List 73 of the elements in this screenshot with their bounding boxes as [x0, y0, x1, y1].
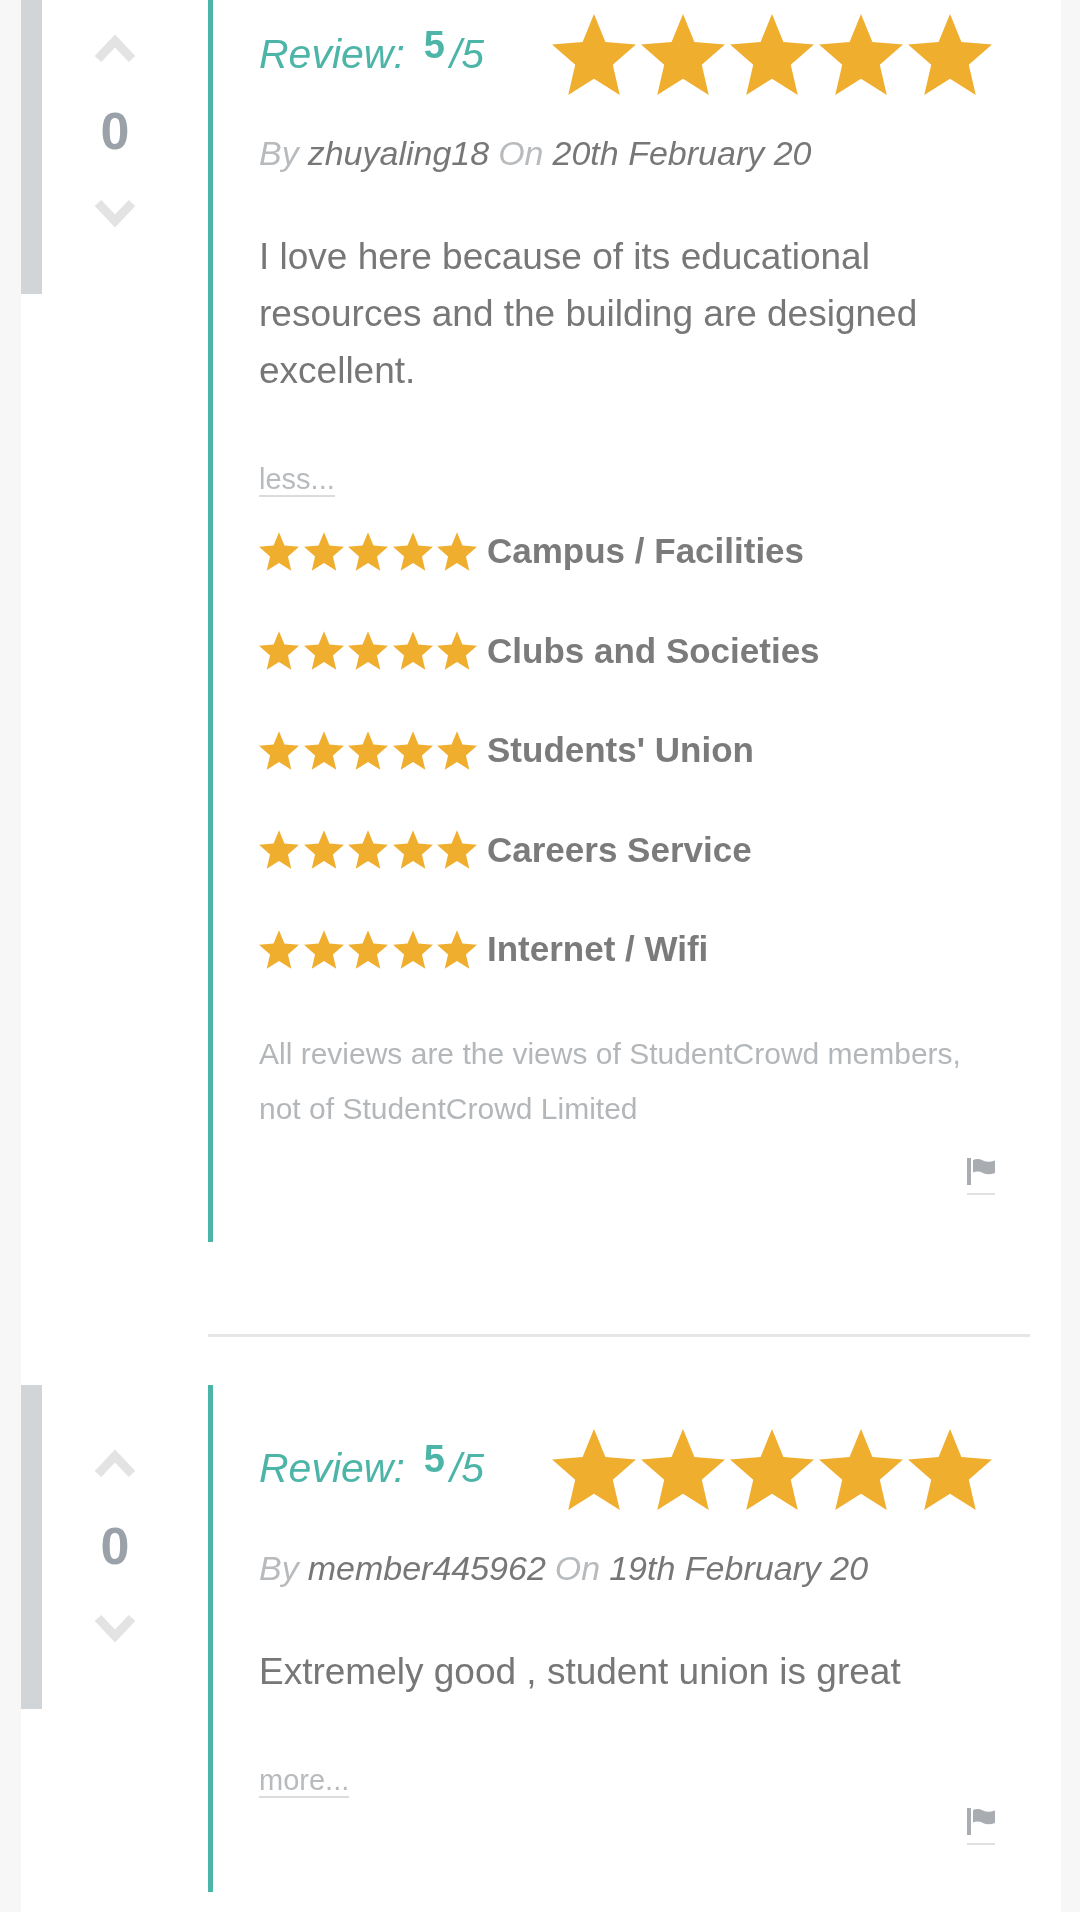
star-icon	[641, 1428, 725, 1510]
report-button[interactable]	[967, 1807, 995, 1845]
review-text: Extremely good , student union is great	[259, 1649, 902, 1694]
star-icon	[552, 14, 636, 95]
star-icon	[259, 929, 299, 969]
chevron-down-icon	[94, 199, 136, 229]
review-date: 20th February 20	[552, 133, 812, 173]
star-icon	[730, 1428, 814, 1510]
star-icon	[819, 14, 903, 95]
on-label: On	[498, 133, 544, 173]
category-label: Clubs and Societies	[487, 629, 820, 672]
flag-icon	[967, 1157, 995, 1185]
star-icon	[303, 531, 344, 571]
star-icon	[437, 830, 477, 869]
chevron-down-icon	[94, 1613, 136, 1644]
star-icon	[259, 730, 299, 770]
chevron-up-icon	[94, 33, 136, 63]
review-label: Review:	[259, 30, 405, 77]
review-score-max: /5	[449, 1445, 485, 1491]
flag-icon	[967, 1807, 995, 1835]
by-label: By	[259, 133, 299, 173]
review-score-max: /5	[449, 30, 485, 77]
disclaimer-text: All reviews are the views of StudentCrowd members, not of StudentCrowd Limited	[259, 1035, 962, 1127]
review-text: I love here because of its educational resources and the building are designed excellent.	[259, 235, 919, 393]
star-icon	[392, 830, 433, 869]
review-score: 5	[423, 1438, 445, 1480]
star-icon	[641, 14, 725, 95]
star-icon	[392, 730, 433, 770]
toggle-link[interactable]: less...	[259, 463, 335, 497]
report-button[interactable]	[967, 1157, 995, 1195]
star-icon	[303, 631, 344, 670]
downvote-button[interactable]	[94, 1613, 136, 1644]
star-icon	[437, 531, 477, 571]
review-score: 5	[423, 23, 445, 66]
star-icon	[348, 631, 388, 670]
downvote-button[interactable]	[94, 199, 136, 229]
vote-count: 0	[100, 101, 130, 161]
chevron-up-icon	[94, 1447, 136, 1478]
star-icon	[303, 830, 344, 869]
star-icon	[259, 631, 299, 670]
star-icon	[348, 531, 388, 571]
star-icon	[908, 14, 992, 95]
star-icon	[392, 631, 433, 670]
toggle-link[interactable]: more...	[259, 1763, 350, 1798]
vote-count: 0	[100, 1515, 130, 1576]
star-icon	[819, 1428, 903, 1510]
star-icon	[437, 730, 477, 770]
star-icon	[908, 1428, 992, 1510]
category-label: Careers Service	[487, 828, 752, 871]
star-icon	[259, 531, 299, 571]
star-icon	[348, 830, 388, 869]
star-icon	[348, 929, 388, 969]
star-icon	[348, 730, 388, 770]
category-label: Students' Union	[487, 729, 754, 771]
star-icon	[392, 531, 433, 571]
star-icon	[259, 830, 299, 869]
by-label: By	[259, 1547, 299, 1588]
category-label: Internet / Wifi	[487, 928, 709, 970]
review-date: 19th February 20	[609, 1547, 869, 1588]
upvote-button[interactable]	[94, 33, 136, 63]
star-icon	[303, 929, 344, 969]
category-label: Campus / Facilities	[487, 530, 805, 572]
upvote-button[interactable]	[94, 1447, 136, 1478]
star-icon	[552, 1428, 636, 1510]
star-icon	[392, 929, 433, 969]
star-icon	[303, 730, 344, 770]
author-name: zhuyaling18	[307, 133, 490, 173]
star-icon	[730, 14, 814, 95]
review-label: Review:	[259, 1445, 405, 1491]
author-name: member445962	[307, 1547, 546, 1588]
star-icon	[437, 929, 477, 969]
star-icon	[437, 631, 477, 670]
on-label: On	[554, 1547, 601, 1588]
